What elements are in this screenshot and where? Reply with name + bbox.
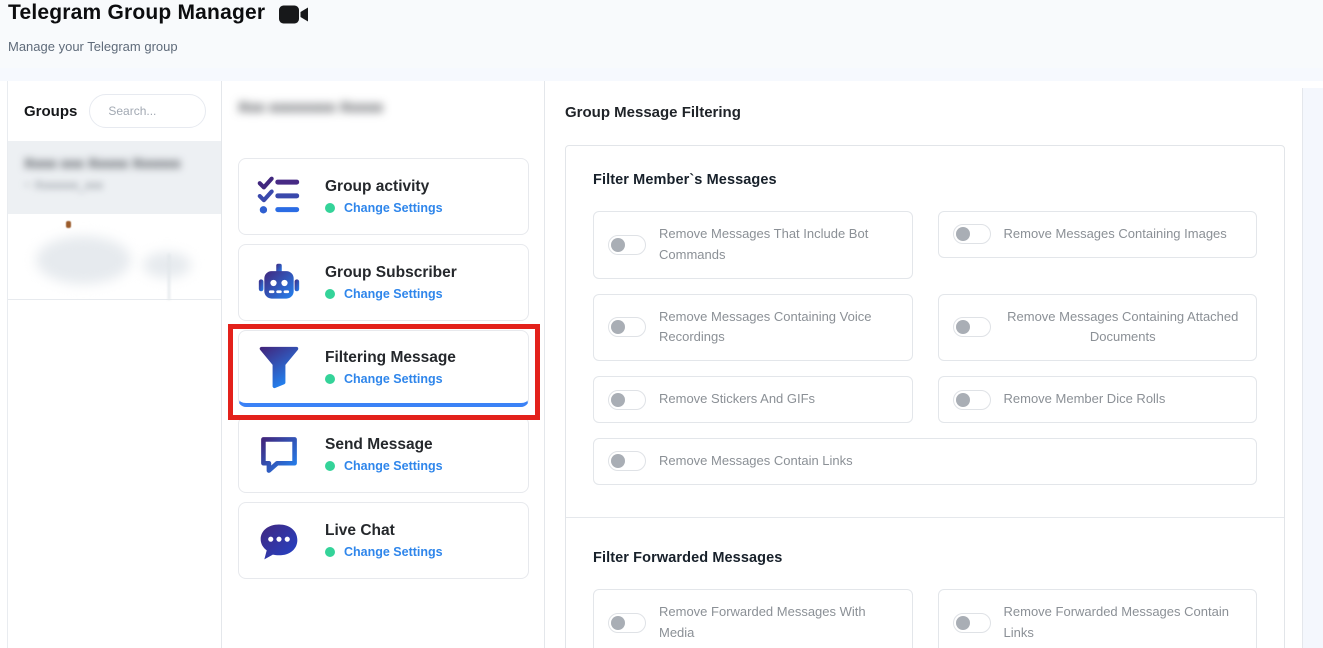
toggle-knob	[956, 320, 970, 334]
filter-settings-card: Filter Member`s Messages Remove Messages…	[565, 145, 1285, 648]
robot-icon	[257, 261, 301, 305]
main-panel: Group Message Filtering Filter Member`s …	[545, 81, 1302, 648]
menu-item-title: Filtering Message	[325, 349, 456, 367]
section-divider	[566, 517, 1284, 518]
toggle-row: Remove Messages Containing Voice Recordi…	[593, 294, 913, 362]
toggle-label: Remove Member Dice Rolls	[1004, 389, 1243, 410]
group-list-item-selected[interactable]: Xxxx xxx Xxxxx Xxxxxx ~ Xxxxxxx_xxx	[8, 141, 221, 214]
blurred-content	[143, 252, 191, 278]
toggle-switch[interactable]	[608, 613, 646, 633]
change-settings-link[interactable]: Change Settings	[344, 287, 443, 301]
toggle-switch[interactable]	[953, 317, 991, 337]
scrollbar-track[interactable]	[1302, 88, 1323, 648]
toggle-row: Remove Forwarded Messages With Media	[593, 589, 913, 648]
search-input[interactable]	[89, 94, 206, 128]
change-settings-link[interactable]: Change Settings	[344, 459, 443, 473]
section-heading: Filter Forwarded Messages	[593, 550, 1257, 566]
toggle-knob	[611, 454, 625, 468]
filter-section: Filter Forwarded Messages Remove Forward…	[593, 550, 1257, 648]
funnel-icon	[257, 345, 301, 389]
filter-section: Filter Member`s Messages Remove Messages…	[593, 172, 1257, 517]
toggle-label: Remove Messages Contain Links	[659, 451, 1242, 472]
toggle-switch[interactable]	[953, 390, 991, 410]
groups-title: Groups	[24, 103, 77, 120]
menu-item-group-activity[interactable]: Group activity Change Settings	[238, 158, 529, 235]
video-camera-icon	[279, 4, 309, 25]
toggle-switch[interactable]	[953, 224, 991, 244]
chat-icon	[257, 519, 301, 563]
groups-sidebar: Groups Xxxx xxx Xxxxx Xxxxxx ~ Xxxxxxx_x…	[7, 81, 222, 648]
header-strip	[0, 68, 1323, 81]
toggle-knob	[611, 320, 625, 334]
menu-item-title: Live Chat	[325, 522, 443, 540]
toggle-knob	[611, 393, 625, 407]
toggle-row: Remove Messages Containing Images	[938, 211, 1258, 258]
toggle-knob	[611, 238, 625, 252]
checklist-icon	[257, 175, 301, 219]
toggle-row: Remove Stickers And GIFs	[593, 376, 913, 423]
menu-item-title: Group Subscriber	[325, 264, 457, 282]
toggle-label: Remove Forwarded Messages Contain Links	[1004, 602, 1243, 644]
status-dot-icon	[325, 461, 335, 471]
menu-item-title: Send Message	[325, 436, 443, 454]
telegram-group-manager-app: Telegram Group Manager Manage your Teleg…	[0, 0, 1323, 648]
change-settings-link[interactable]: Change Settings	[344, 201, 443, 215]
toggle-knob	[956, 393, 970, 407]
menu-item-filtering-message[interactable]: Filtering Message Change Settings	[238, 330, 529, 407]
toggle-row: Remove Messages That Include Bot Command…	[593, 211, 913, 279]
menu-item-live-chat[interactable]: Live Chat Change Settings	[238, 502, 529, 579]
toggle-label: Remove Stickers And GIFs	[659, 389, 898, 410]
toggle-label: Remove Messages Containing Voice Recordi…	[659, 307, 898, 349]
toggle-switch[interactable]	[608, 451, 646, 471]
status-dot-icon	[325, 203, 335, 213]
toggle-row: Remove Forwarded Messages Contain Links	[938, 589, 1258, 648]
toggle-knob	[956, 616, 970, 630]
toggle-label: Remove Messages That Include Bot Command…	[659, 224, 898, 266]
group-name-redacted: Xxxx xxx Xxxxx Xxxxxx	[24, 155, 205, 171]
toggle-switch[interactable]	[608, 390, 646, 410]
status-dot-icon	[325, 547, 335, 557]
settings-menu-column: Xxx xxxxxxxx Xxxxx Group activity Change…	[222, 81, 545, 648]
change-settings-link[interactable]: Change Settings	[344, 372, 443, 386]
blurred-content	[66, 221, 71, 228]
page-title: Group Message Filtering	[565, 104, 1285, 121]
toggle-label: Remove Messages Containing Images	[1004, 224, 1243, 245]
menu-item-group-subscriber[interactable]: Group Subscriber Change Settings	[238, 244, 529, 321]
menu-item-title: Group activity	[325, 178, 443, 196]
toggle-knob	[956, 227, 970, 241]
toggle-knob	[611, 616, 625, 630]
toggle-label: Remove Messages Containing Attached Docu…	[1004, 307, 1243, 349]
toggle-switch[interactable]	[953, 613, 991, 633]
message-icon	[257, 433, 301, 477]
menu-header-redacted: Xxx xxxxxxxx Xxxxx	[238, 95, 529, 121]
group-list-item-blurred[interactable]	[8, 214, 221, 300]
toggle-row: Remove Messages Containing Attached Docu…	[938, 294, 1258, 362]
toggle-row: Remove Member Dice Rolls	[938, 376, 1258, 423]
app-title: Telegram Group Manager	[8, 1, 265, 25]
status-dot-icon	[325, 374, 335, 384]
toggle-switch[interactable]	[608, 317, 646, 337]
toggle-switch[interactable]	[608, 235, 646, 255]
menu-item-send-message[interactable]: Send Message Change Settings	[238, 416, 529, 493]
toggle-row: Remove Messages Contain Links	[593, 438, 1257, 485]
blurred-content	[168, 254, 170, 300]
blurred-content	[36, 236, 131, 284]
app-subtitle: Manage your Telegram group	[8, 39, 178, 54]
status-dot-icon	[325, 289, 335, 299]
group-bot-redacted: ~ Xxxxxxx_xxx	[24, 178, 205, 192]
change-settings-link[interactable]: Change Settings	[344, 545, 443, 559]
app-header: Telegram Group Manager Manage your Teleg…	[0, 0, 1323, 81]
section-heading: Filter Member`s Messages	[593, 172, 1257, 188]
toggle-label: Remove Forwarded Messages With Media	[659, 602, 898, 644]
